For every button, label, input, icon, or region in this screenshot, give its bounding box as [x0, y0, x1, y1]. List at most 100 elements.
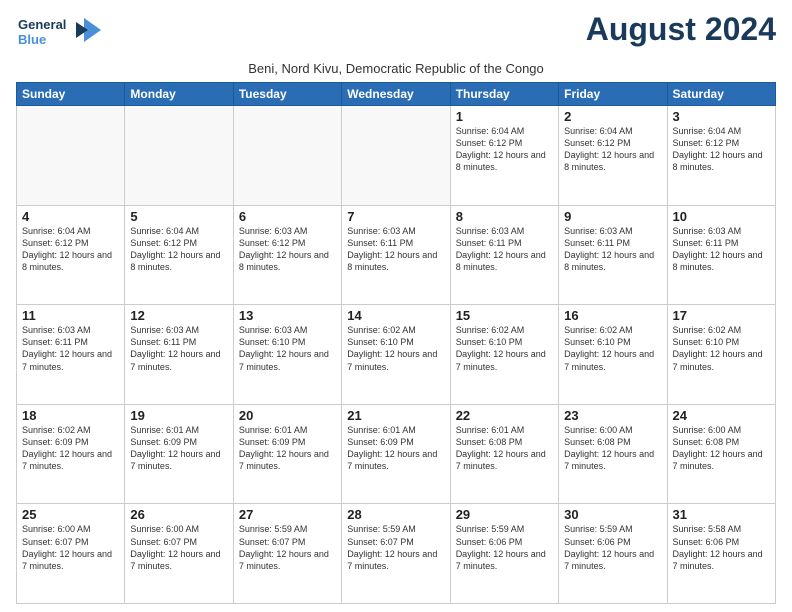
day-number: 9	[564, 209, 661, 224]
calendar-day: 31Sunrise: 5:58 AM Sunset: 6:06 PM Dayli…	[667, 504, 775, 604]
day-number: 4	[22, 209, 119, 224]
calendar-day: 20Sunrise: 6:01 AM Sunset: 6:09 PM Dayli…	[233, 404, 341, 504]
calendar-week-5: 25Sunrise: 6:00 AM Sunset: 6:07 PM Dayli…	[17, 504, 776, 604]
calendar-day: 25Sunrise: 6:00 AM Sunset: 6:07 PM Dayli…	[17, 504, 125, 604]
logo: General Blue	[16, 12, 106, 57]
calendar-day: 23Sunrise: 6:00 AM Sunset: 6:08 PM Dayli…	[559, 404, 667, 504]
day-number: 31	[673, 507, 770, 522]
day-number: 25	[22, 507, 119, 522]
day-info: Sunrise: 5:58 AM Sunset: 6:06 PM Dayligh…	[673, 523, 770, 572]
day-number: 12	[130, 308, 227, 323]
day-info: Sunrise: 6:04 AM Sunset: 6:12 PM Dayligh…	[456, 125, 553, 174]
logo-content: General Blue	[16, 12, 106, 57]
calendar-day	[125, 106, 233, 206]
calendar-day: 9Sunrise: 6:03 AM Sunset: 6:11 PM Daylig…	[559, 205, 667, 305]
calendar-day: 26Sunrise: 6:00 AM Sunset: 6:07 PM Dayli…	[125, 504, 233, 604]
calendar-day: 27Sunrise: 5:59 AM Sunset: 6:07 PM Dayli…	[233, 504, 341, 604]
day-info: Sunrise: 5:59 AM Sunset: 6:07 PM Dayligh…	[239, 523, 336, 572]
calendar-day: 4Sunrise: 6:04 AM Sunset: 6:12 PM Daylig…	[17, 205, 125, 305]
calendar-week-2: 4Sunrise: 6:04 AM Sunset: 6:12 PM Daylig…	[17, 205, 776, 305]
header-row: Sunday Monday Tuesday Wednesday Thursday…	[17, 83, 776, 106]
calendar-day: 18Sunrise: 6:02 AM Sunset: 6:09 PM Dayli…	[17, 404, 125, 504]
day-info: Sunrise: 6:00 AM Sunset: 6:07 PM Dayligh…	[22, 523, 119, 572]
day-number: 7	[347, 209, 444, 224]
calendar-day: 12Sunrise: 6:03 AM Sunset: 6:11 PM Dayli…	[125, 305, 233, 405]
day-info: Sunrise: 6:01 AM Sunset: 6:09 PM Dayligh…	[239, 424, 336, 473]
calendar-week-1: 1Sunrise: 6:04 AM Sunset: 6:12 PM Daylig…	[17, 106, 776, 206]
day-number: 26	[130, 507, 227, 522]
calendar-week-3: 11 Sunrise: 6:03 AM Sunset: 6:11 PM Dayli…	[17, 305, 776, 405]
day-number: 29	[456, 507, 553, 522]
svg-text:General: General	[18, 17, 66, 32]
col-sunday: Sunday	[17, 83, 125, 106]
day-info: Sunrise: 6:02 AM Sunset: 6:09 PM Dayligh…	[22, 424, 119, 473]
day-number: 6	[239, 209, 336, 224]
calendar-day: 1Sunrise: 6:04 AM Sunset: 6:12 PM Daylig…	[450, 106, 558, 206]
day-number: 16	[564, 308, 661, 323]
day-number: 5	[130, 209, 227, 224]
col-wednesday: Wednesday	[342, 83, 450, 106]
page: General Blue August 2024 Beni, Nord Kivu…	[0, 0, 792, 612]
calendar-week-4: 18Sunrise: 6:02 AM Sunset: 6:09 PM Dayli…	[17, 404, 776, 504]
calendar-day: 7Sunrise: 6:03 AM Sunset: 6:11 PM Daylig…	[342, 205, 450, 305]
calendar-body: 1Sunrise: 6:04 AM Sunset: 6:12 PM Daylig…	[17, 106, 776, 604]
day-number: 20	[239, 408, 336, 423]
calendar-day: 24Sunrise: 6:00 AM Sunset: 6:08 PM Dayli…	[667, 404, 775, 504]
day-info: Sunrise: 6:00 AM Sunset: 6:07 PM Dayligh…	[130, 523, 227, 572]
calendar-day: 13Sunrise: 6:03 AM Sunset: 6:10 PM Dayli…	[233, 305, 341, 405]
calendar-day	[17, 106, 125, 206]
location-text: Beni, Nord Kivu, Democratic Republic of …	[16, 61, 776, 76]
day-number: 28	[347, 507, 444, 522]
day-info: Sunrise: 6:04 AM Sunset: 6:12 PM Dayligh…	[22, 225, 119, 274]
day-info: Sunrise: 6:02 AM Sunset: 6:10 PM Dayligh…	[347, 324, 444, 373]
day-info: Sunrise: 6:02 AM Sunset: 6:10 PM Dayligh…	[564, 324, 661, 373]
day-number: 17	[673, 308, 770, 323]
calendar-day: 8Sunrise: 6:03 AM Sunset: 6:11 PM Daylig…	[450, 205, 558, 305]
day-info: Sunrise: 5:59 AM Sunset: 6:06 PM Dayligh…	[564, 523, 661, 572]
calendar-day: 6Sunrise: 6:03 AM Sunset: 6:12 PM Daylig…	[233, 205, 341, 305]
day-number: 23	[564, 408, 661, 423]
day-info: Sunrise: 6:00 AM Sunset: 6:08 PM Dayligh…	[673, 424, 770, 473]
day-number: 13	[239, 308, 336, 323]
day-info: Sunrise: 6:03 AM Sunset: 6:11 PM Dayligh…	[130, 324, 227, 373]
calendar-day: 30Sunrise: 5:59 AM Sunset: 6:06 PM Dayli…	[559, 504, 667, 604]
title-section: August 2024	[106, 12, 776, 47]
day-number: 22	[456, 408, 553, 423]
day-number: 1	[456, 109, 553, 124]
svg-text:Blue: Blue	[18, 32, 46, 47]
day-info: Sunrise: 6:00 AM Sunset: 6:08 PM Dayligh…	[564, 424, 661, 473]
day-number: 8	[456, 209, 553, 224]
day-number: 15	[456, 308, 553, 323]
day-info: Sunrise: 6:02 AM Sunset: 6:10 PM Dayligh…	[456, 324, 553, 373]
calendar-header: Sunday Monday Tuesday Wednesday Thursday…	[17, 83, 776, 106]
calendar-day: 15Sunrise: 6:02 AM Sunset: 6:10 PM Dayli…	[450, 305, 558, 405]
calendar-day	[342, 106, 450, 206]
col-monday: Monday	[125, 83, 233, 106]
month-year-title: August 2024	[106, 12, 776, 47]
day-info: Sunrise: 6:01 AM Sunset: 6:09 PM Dayligh…	[130, 424, 227, 473]
col-saturday: Saturday	[667, 83, 775, 106]
day-number: 11	[22, 308, 119, 323]
col-tuesday: Tuesday	[233, 83, 341, 106]
day-info: Sunrise: 6:04 AM Sunset: 6:12 PM Dayligh…	[564, 125, 661, 174]
day-info: Sunrise: 6:03 AM Sunset: 6:11 PM Dayligh…	[673, 225, 770, 274]
day-number: 3	[673, 109, 770, 124]
calendar-day: 17Sunrise: 6:02 AM Sunset: 6:10 PM Dayli…	[667, 305, 775, 405]
calendar-day: 11Sunrise: 6:03 AM Sunset: 6:11 PM Dayli…	[17, 305, 125, 405]
day-info: Sunrise: 6:04 AM Sunset: 6:12 PM Dayligh…	[673, 125, 770, 174]
calendar-day: 5Sunrise: 6:04 AM Sunset: 6:12 PM Daylig…	[125, 205, 233, 305]
day-info: Sunrise: 6:02 AM Sunset: 6:10 PM Dayligh…	[673, 324, 770, 373]
calendar-day: 22Sunrise: 6:01 AM Sunset: 6:08 PM Dayli…	[450, 404, 558, 504]
calendar-day: 10Sunrise: 6:03 AM Sunset: 6:11 PM Dayli…	[667, 205, 775, 305]
logo-svg: General Blue	[16, 12, 106, 52]
calendar-day: 16Sunrise: 6:02 AM Sunset: 6:10 PM Dayli…	[559, 305, 667, 405]
calendar-day	[233, 106, 341, 206]
calendar-day: 14Sunrise: 6:02 AM Sunset: 6:10 PM Dayli…	[342, 305, 450, 405]
day-number: 19	[130, 408, 227, 423]
header: General Blue August 2024	[16, 12, 776, 57]
day-number: 18	[22, 408, 119, 423]
calendar-day: 2Sunrise: 6:04 AM Sunset: 6:12 PM Daylig…	[559, 106, 667, 206]
day-info: Sunrise: 6:01 AM Sunset: 6:08 PM Dayligh…	[456, 424, 553, 473]
calendar-table: Sunday Monday Tuesday Wednesday Thursday…	[16, 82, 776, 604]
day-info: Sunrise: 6:03 AM Sunset: 6:11 PM Dayligh…	[347, 225, 444, 274]
